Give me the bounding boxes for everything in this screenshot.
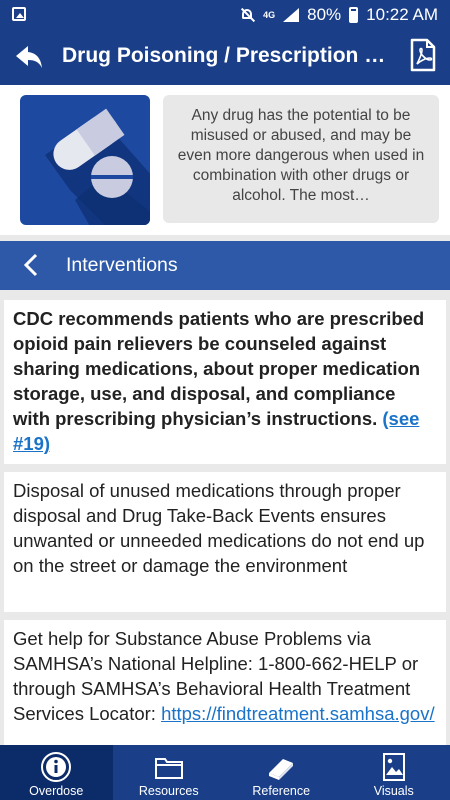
page-title: Drug Poisoning / Prescription Drug Abuse: [62, 44, 392, 67]
book-icon: [269, 759, 294, 780]
tab-resources[interactable]: Resources: [113, 745, 226, 800]
bottom-tab-bar: Overdose Resources Reference Visuals: [0, 745, 450, 800]
status-bar: 4G 80% 10:22 AM: [0, 0, 450, 30]
image-icon: [382, 753, 405, 781]
samhsa-locator-link[interactable]: https://findtreatment.samhsa.gov/: [161, 703, 435, 724]
app-header: Drug Poisoning / Prescription Drug Abuse: [0, 30, 450, 85]
network-type: 4G: [263, 9, 276, 20]
section-title: Interventions: [66, 254, 178, 276]
intervention-card: Disposal of unused medications through p…: [4, 472, 446, 612]
intro-summary[interactable]: Any drug has the potential to be misused…: [163, 95, 439, 223]
info-icon: [41, 752, 72, 782]
back-arrow-icon[interactable]: [12, 40, 46, 74]
tab-label: Visuals: [373, 784, 414, 798]
signal-icon: [283, 8, 300, 22]
intervention-card: CDC recommends patients who are prescrib…: [4, 300, 446, 464]
pills-icon: [20, 95, 150, 225]
tab-overdose[interactable]: Overdose: [0, 745, 113, 800]
tab-label: Resources: [138, 784, 199, 798]
intervention-text: Disposal of unused medications through p…: [13, 480, 425, 576]
battery-percent: 80%: [307, 5, 342, 24]
status-right: 4G 80% 10:22 AM: [241, 5, 438, 25]
intervention-text: CDC recommends patients who are prescrib…: [13, 308, 425, 429]
tab-label: Reference: [252, 784, 311, 798]
mute-icon: [241, 8, 255, 22]
tab-reference[interactable]: Reference: [225, 745, 338, 800]
folder-icon: [154, 758, 183, 779]
pdf-icon[interactable]: [410, 38, 436, 72]
clock: 10:22 AM: [366, 5, 438, 24]
battery-icon: [349, 7, 359, 23]
tab-label: Overdose: [29, 784, 84, 798]
chevron-left-icon[interactable]: [20, 253, 44, 277]
tab-visuals[interactable]: Visuals: [338, 745, 450, 800]
intro-section: Any drug has the potential to be misused…: [0, 85, 450, 235]
intervention-card: Get help for Substance Abuse Problems vi…: [4, 620, 446, 760]
section-header: Interventions: [0, 241, 450, 290]
image-notification-icon: [12, 7, 26, 21]
